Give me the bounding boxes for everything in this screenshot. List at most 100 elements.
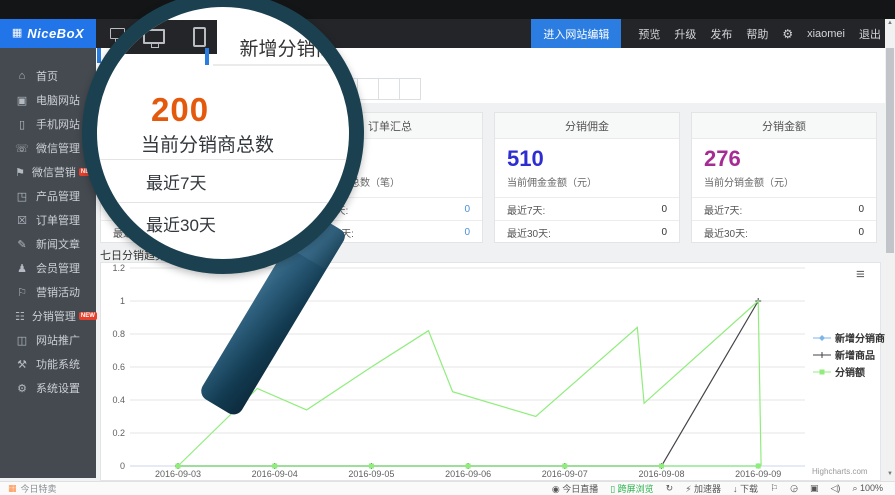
stat-row-label: 最近30天:: [704, 225, 748, 240]
sidebar-item-label: 网站推广: [36, 332, 80, 348]
sidebar-item-label: 手机网站: [36, 116, 80, 132]
help-link[interactable]: 帮助: [746, 26, 768, 42]
legend-label: 新增商品: [835, 347, 875, 362]
magnified-card-subtitle: 当前分销商总数: [141, 130, 274, 157]
svg-text:2016-09-07: 2016-09-07: [542, 469, 588, 479]
sidebar-item[interactable]: ☒ 订单管理: [0, 208, 96, 232]
sidebar-item[interactable]: ♟ 会员管理: [0, 256, 96, 280]
status-bar-item[interactable]: ◶: [790, 483, 798, 494]
sidebar-item-label: 功能系统: [36, 356, 80, 372]
legend-item[interactable]: 分销额: [813, 364, 885, 379]
upgrade-link[interactable]: 升级: [674, 26, 696, 42]
scrollbar-down-icon[interactable]: ▼: [885, 471, 895, 477]
divider: [97, 159, 364, 160]
legend-item[interactable]: 新增商品: [813, 347, 885, 362]
publish-link[interactable]: 发布: [710, 26, 732, 42]
legend-label: 新增分销商: [835, 330, 885, 345]
svg-text:2016-09-03: 2016-09-03: [155, 469, 201, 479]
svg-text:0.2: 0.2: [112, 428, 125, 438]
sidebar-item-icon: ☏: [15, 142, 29, 155]
status-bar-item[interactable]: ▣: [810, 483, 819, 494]
sidebar-item[interactable]: ⚒ 功能系统: [0, 352, 96, 376]
sidebar-item[interactable]: ◫ 网站推广: [0, 328, 96, 352]
settings-gear-icon[interactable]: ⚙: [782, 27, 793, 41]
status-bar-item[interactable]: ◉ 今日直播: [552, 482, 598, 495]
logout-link[interactable]: 退出: [859, 26, 881, 42]
status-bar-item[interactable]: ↻: [666, 483, 674, 494]
status-bar-item[interactable]: ⚐: [770, 483, 778, 494]
stat-row-value: 0: [661, 227, 667, 238]
sidebar-item-icon: ⚐: [15, 286, 29, 299]
sidebar-item[interactable]: ✎ 新闻文章: [0, 232, 96, 256]
chart-legend: 新增分销商新增商品分销额: [813, 330, 885, 381]
app-logo[interactable]: ▦ NiceBoX: [0, 19, 96, 48]
magnified-card-title: 新增分销商: [97, 34, 364, 61]
stat-row-30days: 最近30天: 0: [692, 220, 876, 243]
status-bar-item[interactable]: ⚡ 加速器: [685, 482, 721, 495]
highcharts-credits[interactable]: Highcharts.com: [812, 467, 868, 476]
sidebar-item-label: 微信管理: [36, 140, 80, 156]
tab[interactable]: [400, 78, 421, 100]
sidebar-item-icon: ♟: [15, 262, 29, 275]
stat-row-label: 最近30天:: [507, 225, 551, 240]
stat-card-subtitle: 当前佣金金额（元）: [507, 174, 667, 189]
sidebar-item[interactable]: ☷ 分销管理 NEW: [0, 304, 96, 328]
stat-row-value[interactable]: 0: [464, 204, 470, 215]
svg-text:0.6: 0.6: [112, 362, 125, 372]
sidebar-item[interactable]: ▣ 电脑网站: [0, 88, 96, 112]
stat-card-value: 276: [704, 147, 864, 171]
svg-text:2016-09-06: 2016-09-06: [445, 469, 491, 479]
sidebar-item-label: 订单管理: [36, 212, 80, 228]
sidebar-item[interactable]: ⚑ 微信营销 NEW: [0, 160, 96, 184]
vertical-scrollbar[interactable]: ▲ ▼: [885, 19, 895, 481]
sidebar-item-label: 营销活动: [36, 284, 80, 300]
stat-row-label: 最近7天:: [507, 202, 545, 217]
svg-text:2016-09-08: 2016-09-08: [638, 469, 684, 479]
stat-row-7days: 最近7天: 0: [692, 197, 876, 220]
stat-row-value: 0: [858, 227, 864, 238]
status-bar-item[interactable]: ↓ 下载: [733, 482, 758, 495]
legend-item[interactable]: 新增分销商: [813, 330, 885, 345]
sale-icon: ▦: [8, 483, 17, 494]
status-bar-item[interactable]: ▯ 跨屏浏览: [610, 482, 653, 495]
sidebar-item-icon: ⚑: [15, 166, 25, 179]
sidebar-item[interactable]: ⌂ 首页: [0, 64, 96, 88]
stat-row-30days: 最近30天: 0: [495, 220, 679, 243]
stat-row-value[interactable]: 0: [464, 227, 470, 238]
sidebar-item-label: 电脑网站: [36, 92, 80, 108]
username-link[interactable]: xiaomei: [807, 28, 845, 40]
stat-card: 分销佣金 510 当前佣金金额（元） 最近7天: 0 最近30天: 0: [494, 112, 680, 243]
status-bar-item[interactable]: ⌕ 100%: [852, 483, 883, 494]
svg-text:0: 0: [120, 461, 125, 471]
chart-context-menu-icon[interactable]: ≡: [856, 266, 865, 283]
preview-link[interactable]: 预览: [638, 26, 660, 42]
sidebar-item[interactable]: ◳ 产品管理: [0, 184, 96, 208]
tab[interactable]: [379, 78, 400, 100]
stat-card: 分销金额 276 当前分销金额（元） 最近7天: 0 最近30天: 0: [691, 112, 877, 243]
enter-site-edit-button[interactable]: 进入网站编辑: [531, 19, 621, 48]
cross-marker-icon: [813, 350, 831, 360]
stat-row-label: 最近7天:: [704, 202, 742, 217]
sidebar-item-label: 会员管理: [36, 260, 80, 276]
svg-text:2016-09-04: 2016-09-04: [252, 469, 298, 479]
sidebar-item-icon: ⌂: [15, 70, 29, 82]
today-sale-item[interactable]: ▦ 今日特卖: [8, 482, 57, 495]
sidebar-item-icon: ▯: [15, 118, 29, 131]
status-bar-item[interactable]: ◁): [831, 483, 841, 494]
stat-row-value: 0: [858, 204, 864, 215]
svg-text:0.4: 0.4: [112, 395, 125, 405]
scrollbar-thumb[interactable]: [886, 48, 894, 253]
scrollbar-up-icon[interactable]: ▲: [885, 20, 895, 26]
magnifier-lens: 新增分销商 200 当前分销商总数 最近7天 最近30天: [82, 0, 364, 274]
sidebar-item-label: 系统设置: [36, 380, 80, 396]
magnified-row-30days: 最近30天: [146, 211, 216, 236]
tab[interactable]: [358, 78, 379, 100]
stat-row-value: 0: [661, 204, 667, 215]
today-sale-label: 今日特卖: [21, 482, 57, 495]
svg-text:2016-09-09: 2016-09-09: [735, 469, 781, 479]
square-marker-icon: [813, 367, 831, 377]
sidebar-item-icon: ▣: [15, 94, 29, 107]
magnified-card-value: 200: [151, 91, 209, 129]
sidebar-item[interactable]: ⚐ 营销活动: [0, 280, 96, 304]
sidebar-item[interactable]: ⚙ 系统设置: [0, 376, 96, 400]
